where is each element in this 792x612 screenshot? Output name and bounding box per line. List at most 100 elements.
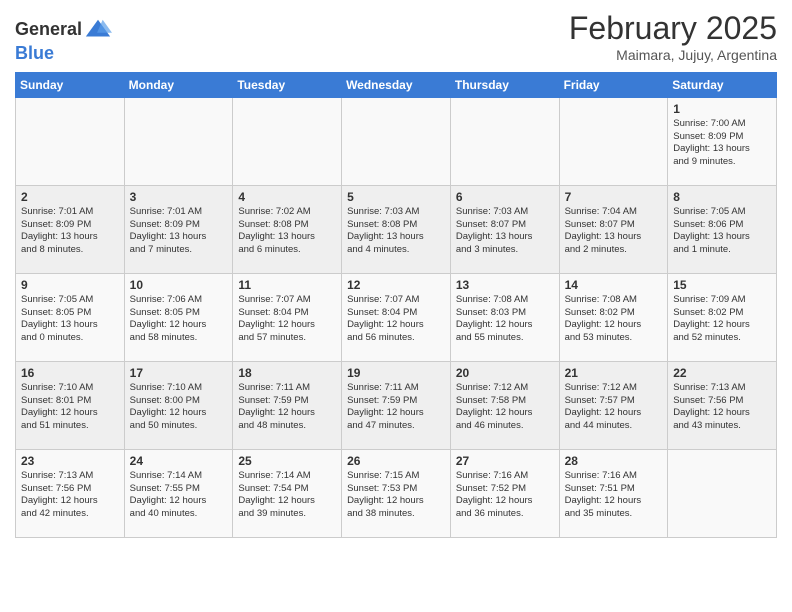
weekday-header-row: SundayMondayTuesdayWednesdayThursdayFrid…: [16, 72, 777, 97]
day-number: 8: [673, 190, 771, 204]
weekday-header-tuesday: Tuesday: [233, 72, 342, 97]
day-info: Sunrise: 7:07 AMSunset: 8:04 PMDaylight:…: [347, 294, 445, 345]
day-info: Sunrise: 7:06 AMSunset: 8:05 PMDaylight:…: [130, 294, 228, 345]
calendar-cell: [16, 97, 125, 185]
weekday-header-thursday: Thursday: [450, 72, 559, 97]
month-title: February 2025: [569, 10, 777, 47]
day-number: 12: [347, 278, 445, 292]
day-number: 10: [130, 278, 228, 292]
logo-general-text: General: [15, 20, 82, 40]
day-number: 16: [21, 366, 119, 380]
calendar-cell: [559, 97, 668, 185]
calendar-week-2: 2 Sunrise: 7:01 AMSunset: 8:09 PMDaylight…: [16, 185, 777, 273]
calendar-cell: 2 Sunrise: 7:01 AMSunset: 8:09 PMDaylight…: [16, 185, 125, 273]
day-info: Sunrise: 7:03 AMSunset: 8:08 PMDaylight:…: [347, 206, 445, 257]
day-number: 1: [673, 102, 771, 116]
day-info: Sunrise: 7:12 AMSunset: 7:57 PMDaylight:…: [565, 382, 663, 433]
day-number: 24: [130, 454, 228, 468]
title-area: February 2025 Maimara, Jujuy, Argentina: [569, 10, 777, 63]
calendar-cell: 11Sunrise: 7:07 AMSunset: 8:04 PMDayligh…: [233, 273, 342, 361]
calendar-cell: 12 Sunrise: 7:07 AMSunset: 8:04 PMDayligh…: [342, 273, 451, 361]
calendar-cell: [124, 97, 233, 185]
calendar-cell: 23 Sunrise: 7:13 AMSunset: 7:56 PMDayligh…: [16, 449, 125, 537]
day-number: 22: [673, 366, 771, 380]
day-info: Sunrise: 7:04 AMSunset: 8:07 PMDaylight:…: [565, 206, 663, 257]
weekday-header-saturday: Saturday: [668, 72, 777, 97]
day-info: Sunrise: 7:09 AMSunset: 8:02 PMDaylight:…: [673, 294, 771, 345]
day-info: Sunrise: 7:14 AMSunset: 7:54 PMDaylight:…: [238, 470, 336, 521]
day-number: 4: [238, 190, 336, 204]
calendar-cell: 10 Sunrise: 7:06 AMSunset: 8:05 PMDayligh…: [124, 273, 233, 361]
calendar-cell: 13 Sunrise: 7:08 AMSunset: 8:03 PMDayligh…: [450, 273, 559, 361]
weekday-header-monday: Monday: [124, 72, 233, 97]
logo: General Blue: [15, 16, 112, 64]
day-info: Sunrise: 7:08 AMSunset: 8:02 PMDaylight:…: [565, 294, 663, 345]
day-info: Sunrise: 7:01 AMSunset: 8:09 PMDaylight:…: [130, 206, 228, 257]
calendar-cell: 16 Sunrise: 7:10 AMSunset: 8:01 PMDayligh…: [16, 361, 125, 449]
calendar-cell: [668, 449, 777, 537]
calendar-cell: 17 Sunrise: 7:10 AMSunset: 8:00 PMDayligh…: [124, 361, 233, 449]
day-info: Sunrise: 7:16 AMSunset: 7:52 PMDaylight:…: [456, 470, 554, 521]
day-number: 13: [456, 278, 554, 292]
day-number: 27: [456, 454, 554, 468]
day-number: 5: [347, 190, 445, 204]
day-number: 26: [347, 454, 445, 468]
day-info: Sunrise: 7:11 AMSunset: 7:59 PMDaylight:…: [347, 382, 445, 433]
day-number: 3: [130, 190, 228, 204]
day-info: Sunrise: 7:16 AMSunset: 7:51 PMDaylight:…: [565, 470, 663, 521]
calendar-cell: 9Sunrise: 7:05 AMSunset: 8:05 PMDaylight…: [16, 273, 125, 361]
location-subtitle: Maimara, Jujuy, Argentina: [569, 47, 777, 63]
calendar-cell: 14 Sunrise: 7:08 AMSunset: 8:02 PMDayligh…: [559, 273, 668, 361]
day-info: Sunrise: 7:05 AMSunset: 8:06 PMDaylight:…: [673, 206, 771, 257]
day-number: 20: [456, 366, 554, 380]
day-info: Sunrise: 7:12 AMSunset: 7:58 PMDaylight:…: [456, 382, 554, 433]
calendar-cell: 21Sunrise: 7:12 AMSunset: 7:57 PMDayligh…: [559, 361, 668, 449]
calendar-cell: 28 Sunrise: 7:16 AMSunset: 7:51 PMDayligh…: [559, 449, 668, 537]
day-info: Sunrise: 7:08 AMSunset: 8:03 PMDaylight:…: [456, 294, 554, 345]
day-number: 19: [347, 366, 445, 380]
day-number: 2: [21, 190, 119, 204]
calendar-week-5: 23 Sunrise: 7:13 AMSunset: 7:56 PMDayligh…: [16, 449, 777, 537]
calendar-cell: 18 Sunrise: 7:11 AMSunset: 7:59 PMDayligh…: [233, 361, 342, 449]
day-info: Sunrise: 7:15 AMSunset: 7:53 PMDaylight:…: [347, 470, 445, 521]
weekday-header-friday: Friday: [559, 72, 668, 97]
weekday-header-sunday: Sunday: [16, 72, 125, 97]
calendar-cell: 3 Sunrise: 7:01 AMSunset: 8:09 PMDaylight…: [124, 185, 233, 273]
calendar-cell: 20 Sunrise: 7:12 AMSunset: 7:58 PMDayligh…: [450, 361, 559, 449]
day-number: 15: [673, 278, 771, 292]
day-info: Sunrise: 7:10 AMSunset: 8:00 PMDaylight:…: [130, 382, 228, 433]
calendar-week-4: 16 Sunrise: 7:10 AMSunset: 8:01 PMDayligh…: [16, 361, 777, 449]
day-info: Sunrise: 7:10 AMSunset: 8:01 PMDaylight:…: [21, 382, 119, 433]
calendar-week-1: 1 Sunrise: 7:00 AMSunset: 8:09 PMDaylight…: [16, 97, 777, 185]
day-info: Sunrise: 7:02 AMSunset: 8:08 PMDaylight:…: [238, 206, 336, 257]
calendar-cell: 24Sunrise: 7:14 AMSunset: 7:55 PMDayligh…: [124, 449, 233, 537]
calendar-table: SundayMondayTuesdayWednesdayThursdayFrid…: [15, 72, 777, 538]
day-number: 17: [130, 366, 228, 380]
calendar-cell: 6Sunrise: 7:03 AMSunset: 8:07 PMDaylight…: [450, 185, 559, 273]
day-number: 18: [238, 366, 336, 380]
calendar-cell: 26 Sunrise: 7:15 AMSunset: 7:53 PMDayligh…: [342, 449, 451, 537]
weekday-header-wednesday: Wednesday: [342, 72, 451, 97]
day-number: 14: [565, 278, 663, 292]
calendar-cell: [233, 97, 342, 185]
calendar-cell: 1 Sunrise: 7:00 AMSunset: 8:09 PMDaylight…: [668, 97, 777, 185]
calendar-cell: 7 Sunrise: 7:04 AMSunset: 8:07 PMDaylight…: [559, 185, 668, 273]
calendar-cell: 27 Sunrise: 7:16 AMSunset: 7:52 PMDayligh…: [450, 449, 559, 537]
day-info: Sunrise: 7:00 AMSunset: 8:09 PMDaylight:…: [673, 118, 771, 169]
day-number: 7: [565, 190, 663, 204]
day-number: 9: [21, 278, 119, 292]
day-info: Sunrise: 7:03 AMSunset: 8:07 PMDaylight:…: [456, 206, 554, 257]
day-info: Sunrise: 7:11 AMSunset: 7:59 PMDaylight:…: [238, 382, 336, 433]
day-number: 28: [565, 454, 663, 468]
calendar-cell: [342, 97, 451, 185]
day-info: Sunrise: 7:01 AMSunset: 8:09 PMDaylight:…: [21, 206, 119, 257]
logo-icon: [84, 16, 112, 44]
calendar-week-3: 9Sunrise: 7:05 AMSunset: 8:05 PMDaylight…: [16, 273, 777, 361]
day-number: 23: [21, 454, 119, 468]
day-info: Sunrise: 7:07 AMSunset: 8:04 PMDaylight:…: [238, 294, 336, 345]
calendar-cell: 15 Sunrise: 7:09 AMSunset: 8:02 PMDayligh…: [668, 273, 777, 361]
calendar-cell: [450, 97, 559, 185]
calendar-cell: 22Sunrise: 7:13 AMSunset: 7:56 PMDayligh…: [668, 361, 777, 449]
calendar-cell: 8 Sunrise: 7:05 AMSunset: 8:06 PMDaylight…: [668, 185, 777, 273]
day-info: Sunrise: 7:13 AMSunset: 7:56 PMDaylight:…: [21, 470, 119, 521]
